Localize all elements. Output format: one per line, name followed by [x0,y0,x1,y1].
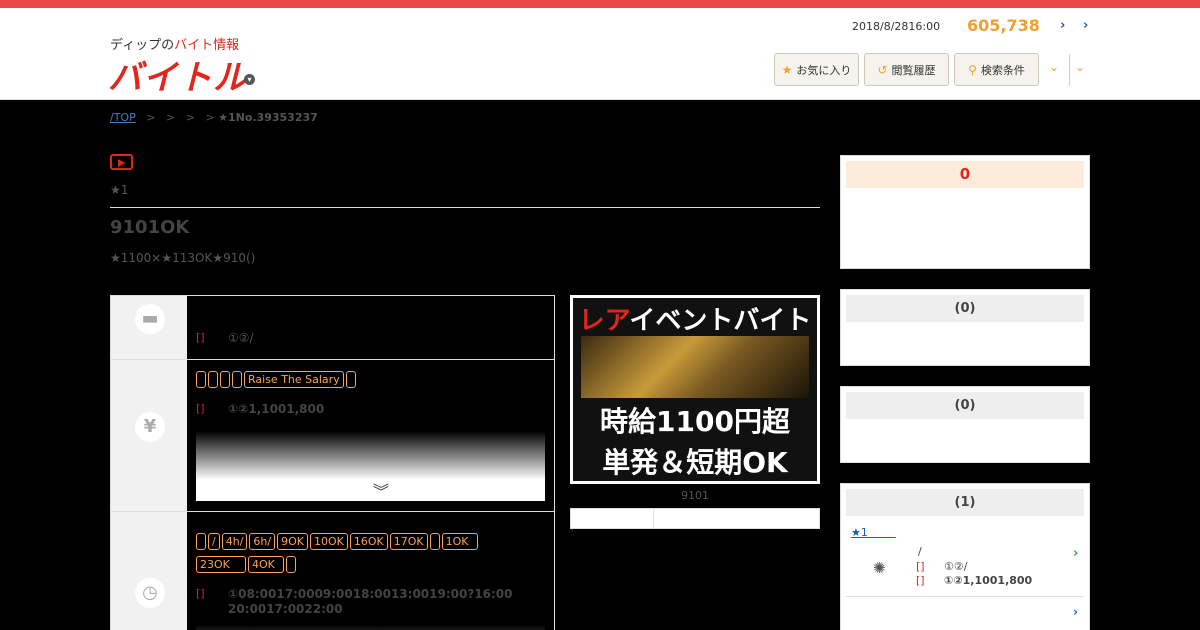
job-detail-table: ▬ [] ①②/ ¥ Raise The Salary [] ①②1,1001,… [110,295,555,630]
top-accent-bar [0,0,1200,8]
row-label: [] [196,402,205,415]
time-tags: /4h/6h/9OK 10OK 16OK 17OK 1OK 23OK 4OK [196,533,536,575]
counter-value: 0 [846,161,1084,188]
time-tag: 4OK [248,556,284,573]
favorite-job-link[interactable]: ★1 [851,526,896,539]
expand-panel[interactable] [196,431,545,501]
briefcase-icon: ▬ [135,304,165,334]
chevron-down-icon[interactable]: ⌄ [1075,60,1085,74]
job-description: ★1100×★113OK★910() [110,251,256,265]
row-value: ①②1,1001,800 [228,402,325,416]
salary-tags: Raise The Salary [196,371,358,390]
breadcrumb-top-link[interactable]: /TOP [110,111,136,124]
time-tag: 9OK [277,533,308,550]
favorites-box: (1) ★1 ✺ / [] ①②/ [] ①②1,1001,800 › › [840,483,1090,630]
double-chevron-down-icon[interactable]: ︾ [373,478,389,502]
history-button[interactable]: ↺ 閲覧履歴 [864,53,949,86]
detail-row-salary: ¥ Raise The Salary [] ①②1,1001,800 ︾ [111,360,554,512]
breadcrumb-current: ★1No.39353237 [218,111,318,124]
salary-tag [345,371,356,388]
time-tag: 23OK [196,556,246,573]
clock-icon: ◷ [135,578,165,608]
time-tag: 17OK [389,533,428,550]
expand-panel[interactable] [196,625,545,630]
divider [1069,54,1070,86]
history-icon: ↺ [877,62,888,77]
chevron-down-icon[interactable]: ⌄ [1049,60,1059,74]
concert-crowd-image [581,336,809,398]
job-count: 605,738 [967,16,1040,35]
search-icon: ⚲ [968,62,977,77]
chevron-right-icon[interactable]: › [1083,18,1088,33]
breadcrumb: /TOP > > > > ★1No.39353237 [110,111,318,124]
salary-tag [220,371,230,388]
time-tag: / [208,533,220,550]
site-header: ディップのバイト情報 バイトル ▾ 2018/8/2816:00 605,738… [0,8,1200,100]
row-value: ①②/ [228,331,254,345]
time-tag [286,556,296,573]
chevron-down-icon[interactable]: ▾ [244,74,255,85]
time-tag [429,533,440,550]
chevron-right-icon[interactable]: › [1073,546,1078,561]
yen-icon: ¥ [135,412,165,442]
time-tag: 1OK [441,533,478,550]
rare-event-banner[interactable]: レアイベントバイト 時給1100円超 単発＆短期OK [570,295,820,484]
star-icon: ★ [781,62,793,77]
box-title: (0) [846,392,1084,419]
time-tag: 6h/ [249,533,276,550]
divider [846,596,1084,597]
divider [110,207,820,208]
saved-search-button[interactable]: ⚲ 検索条件 [954,53,1039,86]
raise-salary-tag: Raise The Salary [244,371,344,388]
sidebar-box: (0) [840,386,1090,463]
time-tag: 4h/ [221,533,248,550]
chevron-right-icon[interactable]: › [1060,18,1065,33]
update-date: 2018/8/2816:00 [852,20,941,33]
box-title: (1) [846,489,1084,516]
video-icon[interactable] [110,154,133,170]
loading-spinner-icon: ✺ [873,559,886,577]
salary-tag [232,371,242,388]
row-label: [] [196,331,205,344]
salary-tag [208,371,218,388]
row-value: ①08:0017:0009:0018:0013:0019:00?16:00 20… [228,587,513,616]
banner-caption: 9101 [681,489,709,502]
entry-counter-box: 0 [840,155,1090,269]
site-logo[interactable]: バイトル [108,50,248,99]
map-tabs[interactable] [570,508,820,529]
job-title: 9101OK [110,217,190,238]
favorites-button[interactable]: ★ お気に入り [774,53,859,86]
box-title: (0) [846,295,1084,322]
sidebar-box: (0) [840,289,1090,366]
time-tag [196,533,206,550]
detail-row-occupation: ▬ [] ①②/ [111,296,554,360]
time-tag: 10OK [309,533,348,550]
salary-tag [196,371,206,388]
more-link[interactable]: › [1073,605,1078,619]
job-rank: ★1 [110,183,129,197]
detail-row-hours: ◷ /4h/6h/9OK 10OK 16OK 17OK 1OK 23OK 4OK [] ①… [111,512,554,630]
time-tag: 16OK [349,533,388,550]
